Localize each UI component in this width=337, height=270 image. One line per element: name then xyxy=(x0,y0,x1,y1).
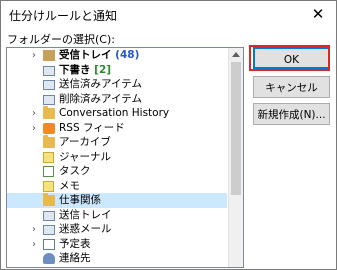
inbox-icon xyxy=(43,50,55,61)
tree-item-text: RSS フィード xyxy=(59,121,125,136)
new-folder-button[interactable]: 新規作成(N)... xyxy=(253,103,330,125)
folder-select-label: フォルダーの選択(C): xyxy=(7,33,115,46)
tree-item-label: 受信トレイ xyxy=(59,49,112,61)
ok-button-highlight xyxy=(249,45,330,71)
folder-icon xyxy=(43,193,55,206)
tree-item-text: Conversation History xyxy=(59,106,169,121)
expand-chevron-icon[interactable]: › xyxy=(29,106,39,121)
tree-item-text: 送信トレイ xyxy=(59,208,112,223)
tree-item-text: アーカイブ xyxy=(59,135,111,150)
tree-item-text: 連絡先 xyxy=(59,251,91,266)
dialog-window: 仕分けルールと通知 ✕ フォルダーの選択(C): › 受信トレイ (48) 下書き … xyxy=(0,0,337,270)
expand-chevron-icon[interactable]: › xyxy=(29,48,39,63)
tree-item-label: 送信トレイ xyxy=(59,208,112,221)
deleted-items-icon xyxy=(43,94,55,105)
tree-item[interactable]: › 迷惑メール xyxy=(7,222,227,237)
tree-item-label: アーカイブ xyxy=(59,136,111,148)
dialog-title: 仕分けルールと通知 xyxy=(9,9,118,23)
tree-item-text: 予定表 xyxy=(59,237,91,252)
tree-item[interactable]: › 受信トレイ (48) xyxy=(7,48,227,63)
tree-item[interactable]: › RSS フィード xyxy=(7,121,227,136)
tree-item[interactable]: メモ xyxy=(7,179,227,194)
scrollbar-thumb[interactable] xyxy=(231,62,241,195)
tree-item[interactable]: 仕事関係 xyxy=(7,193,227,208)
sent-items-icon xyxy=(43,80,55,90)
tree-scrollbar[interactable] xyxy=(228,48,243,267)
tree-item[interactable]: › Conversation History xyxy=(7,106,227,121)
calendar-icon xyxy=(43,238,55,250)
folder-tree[interactable]: › 受信トレイ (48) 下書き [2] 送信済みアイテム 削除済みアイテム › Conve… xyxy=(6,47,244,268)
tree-item[interactable]: タスク xyxy=(7,164,227,179)
outbox-icon xyxy=(43,210,55,221)
task-icon xyxy=(43,166,54,177)
tree-item-label: ジャーナル xyxy=(59,150,111,163)
tree-item-label: 削除済みアイテム xyxy=(59,92,142,105)
title-bar: 仕分けルールと通知 ✕ xyxy=(1,1,336,27)
tree-item[interactable]: 送信トレイ xyxy=(7,208,227,223)
contacts-icon xyxy=(43,253,55,264)
tree-item-label: 送信済みアイテム xyxy=(59,78,142,90)
tree-item-label: Conversation History xyxy=(59,107,170,119)
tree-item-text: 削除済みアイテム xyxy=(59,92,142,107)
tree-item-text: 仕事関係 xyxy=(59,193,101,208)
tree-item-label: 連絡先 xyxy=(59,252,91,264)
expand-chevron-icon[interactable]: › xyxy=(29,121,39,136)
tree-item-text: 迷惑メール xyxy=(59,222,112,237)
tree-item[interactable]: 連絡先 xyxy=(7,251,227,266)
tree-item[interactable]: 下書き [2] xyxy=(7,63,227,78)
tree-item[interactable]: › 予定表 xyxy=(7,237,227,252)
cancel-button[interactable]: キャンセル xyxy=(253,76,330,98)
unread-count: (48) xyxy=(111,49,140,61)
tree-item-label: 迷惑メール xyxy=(59,223,112,235)
tree-item-text: 受信トレイ (48) xyxy=(59,48,139,63)
tree-item-text: ジャーナル xyxy=(59,150,111,165)
tree-item[interactable]: ジャーナル xyxy=(7,150,227,165)
tree-item-text: 下書き [2] xyxy=(59,63,111,78)
junk-mail-icon xyxy=(43,225,55,235)
tree-item-text: タスク xyxy=(59,164,91,179)
tree-item[interactable]: 送信済みアイテム xyxy=(7,77,227,92)
tree-item-text: 送信済みアイテム xyxy=(59,77,142,92)
tree-item[interactable]: アーカイブ xyxy=(7,135,227,150)
scroll-up-icon[interactable] xyxy=(232,52,240,57)
tree-item-label: タスク xyxy=(59,165,91,177)
folder-icon xyxy=(43,135,55,148)
journal-icon xyxy=(43,151,54,163)
unread-count: [2] xyxy=(90,63,112,76)
expand-chevron-icon[interactable]: › xyxy=(29,222,39,237)
tree-item-text: メモ xyxy=(59,179,80,194)
tree-item-label: RSS フィード xyxy=(59,121,125,134)
folder-icon xyxy=(43,106,55,119)
note-icon xyxy=(43,180,54,192)
rss-icon xyxy=(43,122,55,134)
tree-item[interactable]: 削除済みアイテム xyxy=(7,92,227,107)
tree-item-label: 予定表 xyxy=(59,237,91,250)
tree-item-label: メモ xyxy=(59,179,80,192)
expand-chevron-icon[interactable]: › xyxy=(29,237,39,252)
close-icon[interactable]: ✕ xyxy=(300,1,336,27)
tree-item-label: 仕事関係 xyxy=(59,194,101,206)
drafts-icon xyxy=(43,65,55,76)
tree-item-label: 下書き xyxy=(59,63,91,76)
